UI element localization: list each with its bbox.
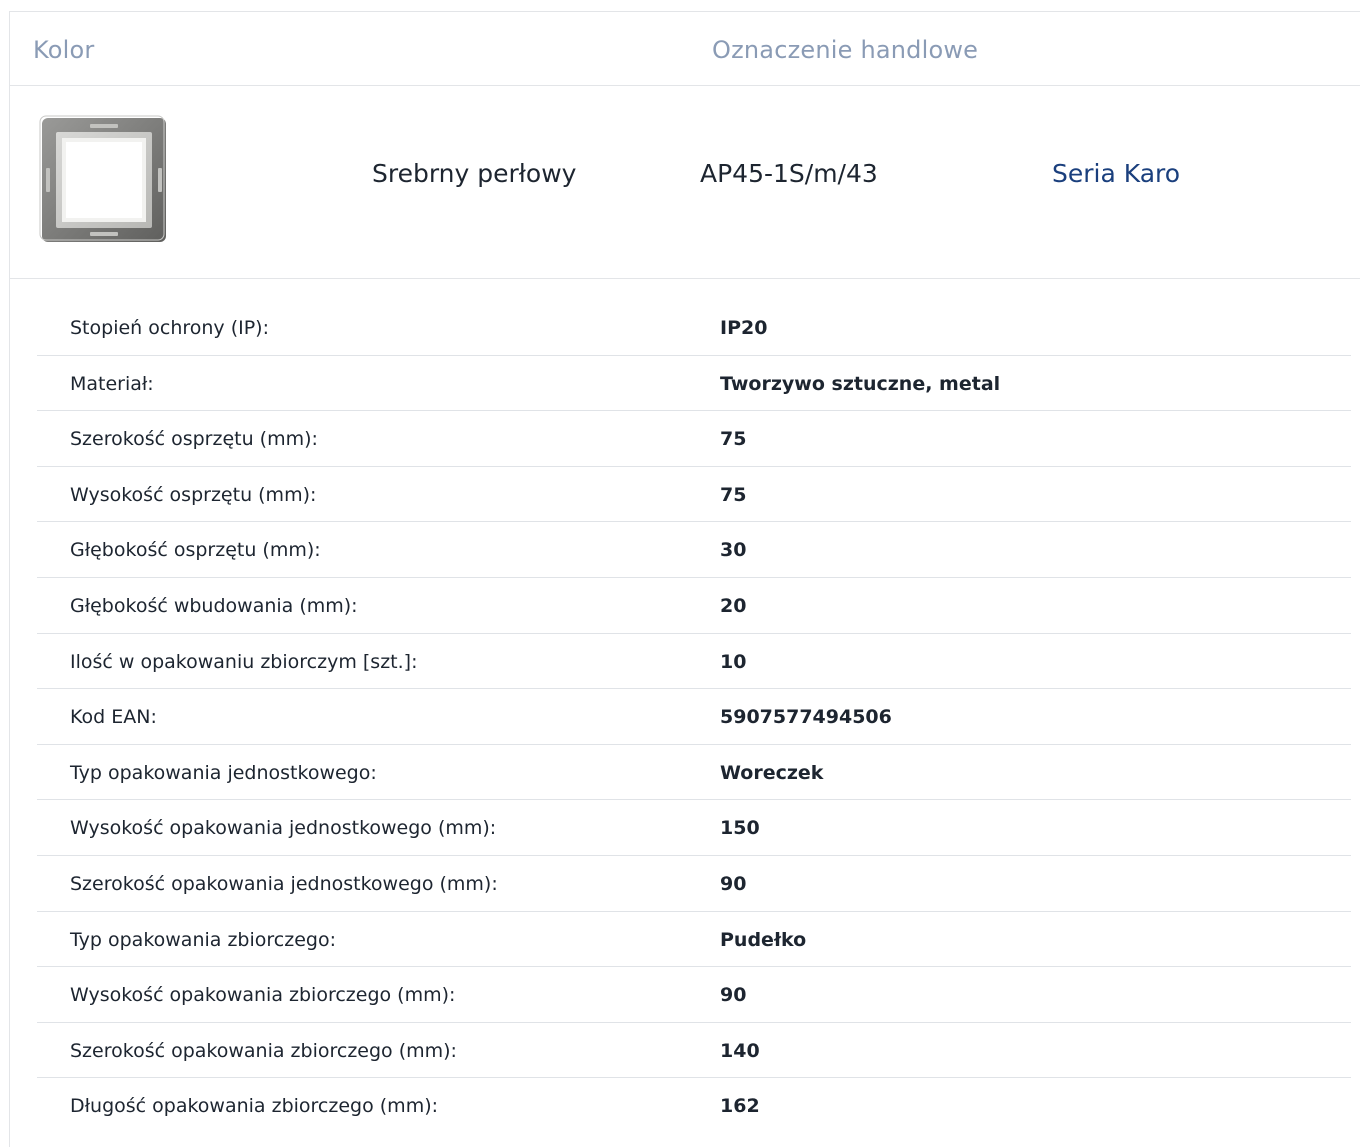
spec-label: Wysokość opakowania jednostkowego (mm):	[70, 817, 497, 840]
spec-value: 90	[720, 984, 747, 1007]
color-value: Srebrny perłowy	[372, 159, 577, 188]
spec-label: Typ opakowania jednostkowego:	[70, 761, 377, 784]
spec-row: Typ opakowania zbiorczego: Pudełko	[37, 912, 1351, 968]
spec-row: Typ opakowania jednostkowego: Woreczek	[37, 745, 1351, 801]
spec-row: Długość opakowania zbiorczego (mm): 162	[37, 1078, 1351, 1134]
spec-value: 90	[720, 872, 747, 895]
specifications-table: Stopień ochrony (IP): IP20 Materiał: Tworzy…	[37, 300, 1351, 1134]
spec-row: Ilość w opakowaniu zbiorczym [szt.]: 10	[37, 634, 1351, 690]
series-link[interactable]: Seria Karo	[1052, 159, 1180, 188]
spec-value: 75	[720, 483, 747, 506]
spec-row: Szerokość opakowania jednostkowego (mm):…	[37, 856, 1351, 912]
spec-label: Szerokość opakowania jednostkowego (mm):	[70, 872, 498, 895]
spec-label: Głębokość osprzętu (mm):	[70, 539, 321, 562]
spec-label: Stopień ochrony (IP):	[70, 317, 269, 339]
spec-row: Wysokość opakowania zbiorczego (mm): 90	[37, 967, 1351, 1023]
spec-value: 30	[720, 539, 747, 562]
spec-value: 162	[720, 1095, 760, 1118]
spec-row: Wysokość opakowania jednostkowego (mm): 1…	[37, 800, 1351, 856]
spec-label: Kod EAN:	[70, 706, 157, 729]
spec-label: Szerokość opakowania zbiorczego (mm):	[70, 1039, 457, 1062]
spec-value: 10	[720, 650, 747, 673]
spec-label: Wysokość opakowania zbiorczego (mm):	[70, 984, 456, 1007]
spec-label: Typ opakowania zbiorczego:	[70, 928, 336, 951]
spec-row: Wysokość osprzętu (mm): 75	[37, 467, 1351, 523]
spec-label: Długość opakowania zbiorczego (mm):	[70, 1095, 439, 1118]
spec-row: Szerokość osprzętu (mm): 75	[37, 411, 1351, 467]
spec-label: Głębokość wbudowania (mm):	[70, 594, 358, 617]
spec-label: Materiał:	[70, 372, 154, 395]
spec-row: Stopień ochrony (IP): IP20	[37, 300, 1351, 356]
table-header: Kolor Oznaczenie handlowe	[10, 12, 1360, 86]
product-row: Srebrny perłowy AP45-1S/m/43 Seria Karo	[10, 86, 1360, 279]
spec-label: Szerokość osprzętu (mm):	[70, 428, 318, 451]
spec-row: Materiał: Tworzywo sztuczne, metal	[37, 356, 1351, 412]
spec-value: Pudełko	[720, 928, 807, 951]
trade-designation-value: AP45-1S/m/43	[700, 159, 878, 188]
spec-value: 5907577494506	[720, 706, 892, 729]
spec-row: Głębokość wbudowania (mm): 20	[37, 578, 1351, 634]
spec-row: Kod EAN: 5907577494506	[37, 689, 1351, 745]
spec-value: Tworzywo sztuczne, metal	[720, 372, 1001, 395]
spec-row: Głębokość osprzętu (mm): 30	[37, 522, 1351, 578]
header-trade-designation: Oznaczenie handlowe	[712, 36, 979, 64]
spec-value: 140	[720, 1039, 760, 1062]
spec-value: Woreczek	[720, 761, 824, 784]
spec-label: Wysokość osprzętu (mm):	[70, 483, 317, 506]
spec-value: 20	[720, 594, 747, 617]
header-color: Kolor	[33, 36, 95, 64]
socket-frame-icon	[34, 106, 174, 246]
spec-value: 150	[720, 817, 760, 840]
spec-value: IP20	[720, 317, 768, 339]
spec-row: Szerokość opakowania zbiorczego (mm): 140	[37, 1023, 1351, 1079]
spec-label: Ilość w opakowaniu zbiorczym [szt.]:	[70, 650, 418, 673]
spec-value: 75	[720, 428, 747, 451]
